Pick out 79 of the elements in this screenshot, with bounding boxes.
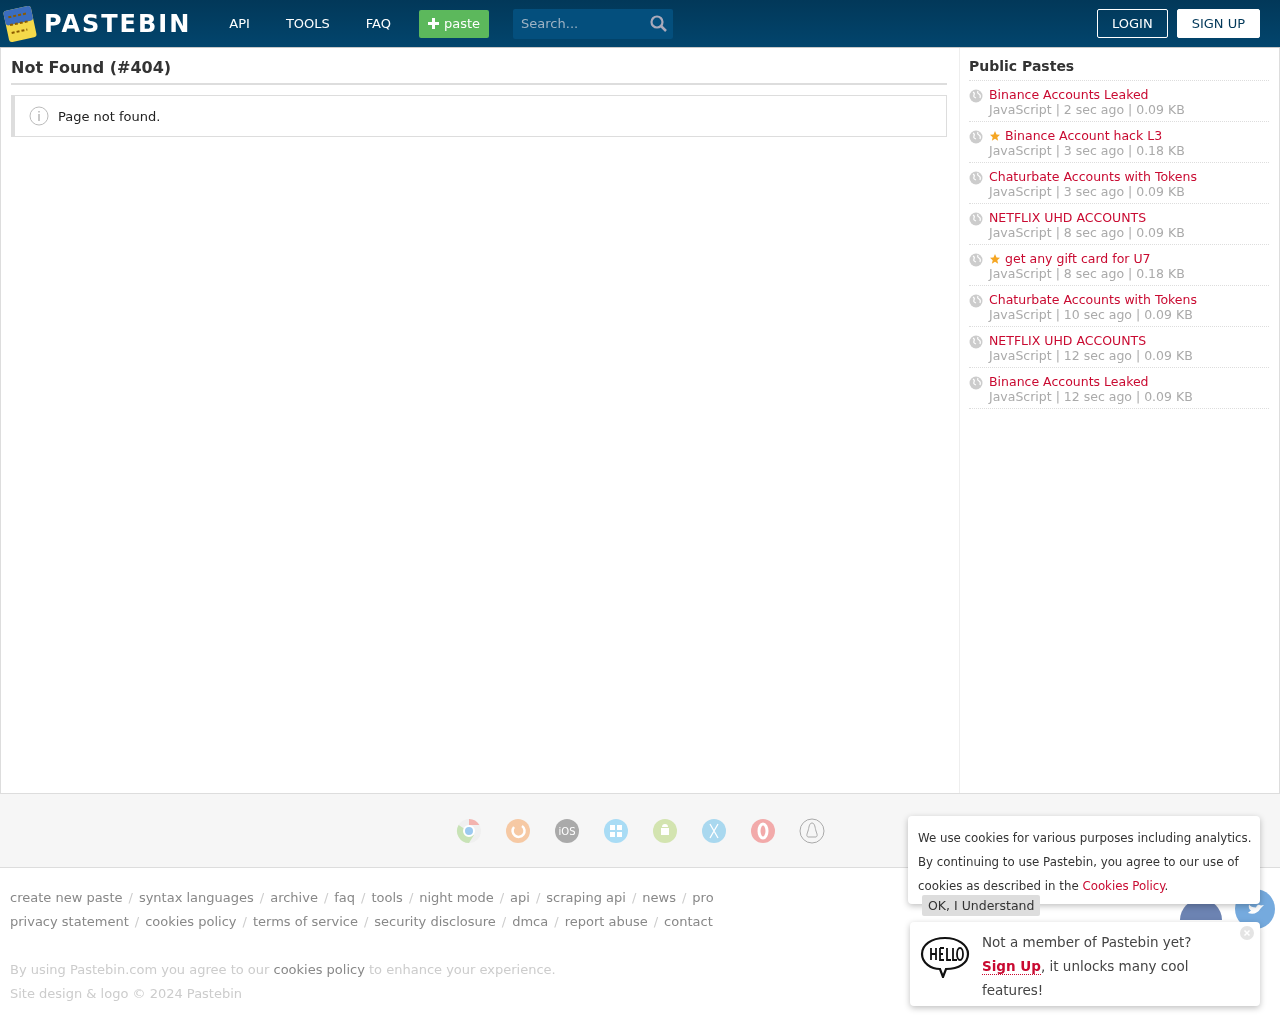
- paste-link[interactable]: Chaturbate Accounts with Tokens: [989, 292, 1197, 308]
- login-button[interactable]: LOGIN: [1096, 9, 1168, 39]
- paste-link[interactable]: Binance Account hack L3: [989, 128, 1185, 144]
- separator: /: [363, 913, 369, 931]
- paste-meta: JavaScript | 2 sec ago | 0.09 KB: [989, 102, 1185, 118]
- footer-link[interactable]: dmca: [512, 910, 549, 934]
- chrome-icon[interactable]: [455, 817, 482, 844]
- logo-text: PASTEBIN: [44, 9, 192, 38]
- search-bar[interactable]: Search...: [513, 8, 674, 39]
- star-icon: [989, 252, 1001, 265]
- separator: /: [259, 889, 265, 907]
- close-icon[interactable]: [1240, 926, 1254, 940]
- separator: /: [653, 913, 659, 931]
- nav-link[interactable]: FAQ: [365, 16, 391, 32]
- signup-text: Not a member of Pastebin yet? Sign Up, it unlocks many cool features!: [982, 933, 1193, 1000]
- paste-meta: JavaScript | 8 sec ago | 0.18 KB: [989, 266, 1185, 282]
- info-icon: [29, 106, 49, 127]
- sign-up-link[interactable]: Sign Up: [982, 958, 1041, 975]
- footer-link[interactable]: news: [642, 886, 676, 910]
- opera-icon[interactable]: [749, 817, 776, 844]
- notice-text: Page not found.: [58, 108, 161, 124]
- macos-icon[interactable]: [700, 817, 727, 844]
- separator: /: [323, 889, 329, 907]
- paste-meta: JavaScript | 8 sec ago | 0.09 KB: [989, 225, 1185, 241]
- footer-link[interactable]: terms of service: [252, 910, 358, 934]
- separator: /: [128, 889, 133, 907]
- footer-link[interactable]: syntax languages: [138, 886, 254, 910]
- separator: /: [499, 889, 505, 907]
- new-paste-button[interactable]: paste: [419, 9, 490, 38]
- footer-link[interactable]: tools: [371, 886, 403, 910]
- footer-link[interactable]: cookies policy: [145, 910, 237, 934]
- search-field[interactable]: Search...: [519, 15, 651, 33]
- sidebar-title: Public Pastes: [969, 58, 1269, 82]
- footer-link[interactable]: archive: [270, 886, 318, 910]
- hello-bubble-icon: [920, 936, 970, 978]
- separator: /: [501, 913, 507, 931]
- page-title: Not Found (#404): [11, 58, 947, 86]
- star-icon: [989, 129, 1001, 142]
- footer-link[interactable]: scraping api: [546, 886, 626, 910]
- separator: /: [408, 889, 414, 907]
- pastebin-logo[interactable]: PASTEBIN: [2, 4, 192, 43]
- ios-icon[interactable]: iOS: [553, 817, 580, 844]
- cookies-policy-link[interactable]: cookies policy: [273, 962, 365, 977]
- paste-link[interactable]: Binance Accounts Leaked: [989, 374, 1193, 390]
- cookie-text: We use cookies for various purposes including analytics. By continuing to use Pastebin, you agree to our use of cookies as described in the Cookies Policy.: [918, 830, 1252, 895]
- footer-link[interactable]: faq: [334, 886, 356, 910]
- footer-link[interactable]: privacy statement: [10, 910, 129, 934]
- sign-up-button[interactable]: SIGN UP: [1176, 9, 1260, 39]
- footer-link[interactable]: contact: [664, 910, 713, 934]
- footer-link[interactable]: pro: [692, 886, 714, 910]
- search-icon[interactable]: [650, 15, 668, 33]
- nav-link[interactable]: TOOLS: [285, 16, 330, 32]
- paste-meta: JavaScript | 10 sec ago | 0.09 KB: [989, 307, 1194, 323]
- paste-link[interactable]: NETFLIX UHD ACCOUNTS: [989, 333, 1193, 349]
- footer-link[interactable]: report abuse: [564, 910, 648, 934]
- paste-link[interactable]: Binance Accounts Leaked: [989, 87, 1185, 103]
- nav-link[interactable]: API: [229, 16, 250, 32]
- footer-link[interactable]: night mode: [419, 886, 494, 910]
- paste-meta: JavaScript | 3 sec ago | 0.18 KB: [989, 143, 1185, 159]
- accept-cookies-button[interactable]: OK, I Understand: [922, 895, 1041, 916]
- paste-link[interactable]: NETFLIX UHD ACCOUNTS: [989, 210, 1185, 226]
- footer-link[interactable]: security disclosure: [374, 910, 496, 934]
- separator: /: [134, 913, 140, 931]
- plus-icon: [427, 16, 440, 30]
- footer-link[interactable]: create new paste: [10, 886, 123, 910]
- separator: /: [681, 889, 687, 907]
- separator: /: [535, 889, 541, 907]
- paste-meta: JavaScript | 12 sec ago | 0.09 KB: [989, 348, 1193, 364]
- separator: /: [554, 913, 559, 931]
- paste-meta: JavaScript | 12 sec ago | 0.09 KB: [989, 389, 1193, 405]
- separator: /: [631, 889, 637, 907]
- separator: /: [242, 913, 247, 931]
- separator: /: [361, 889, 366, 907]
- cookies-policy-link[interactable]: Cookies Policy: [1082, 879, 1165, 893]
- paste-link[interactable]: get any gift card for U7: [989, 251, 1185, 267]
- footer-link[interactable]: api: [510, 886, 530, 910]
- paste-meta: JavaScript | 3 sec ago | 0.09 KB: [989, 184, 1186, 200]
- paste-link[interactable]: Chaturbate Accounts with Tokens: [989, 169, 1197, 185]
- windows-icon[interactable]: [602, 817, 629, 844]
